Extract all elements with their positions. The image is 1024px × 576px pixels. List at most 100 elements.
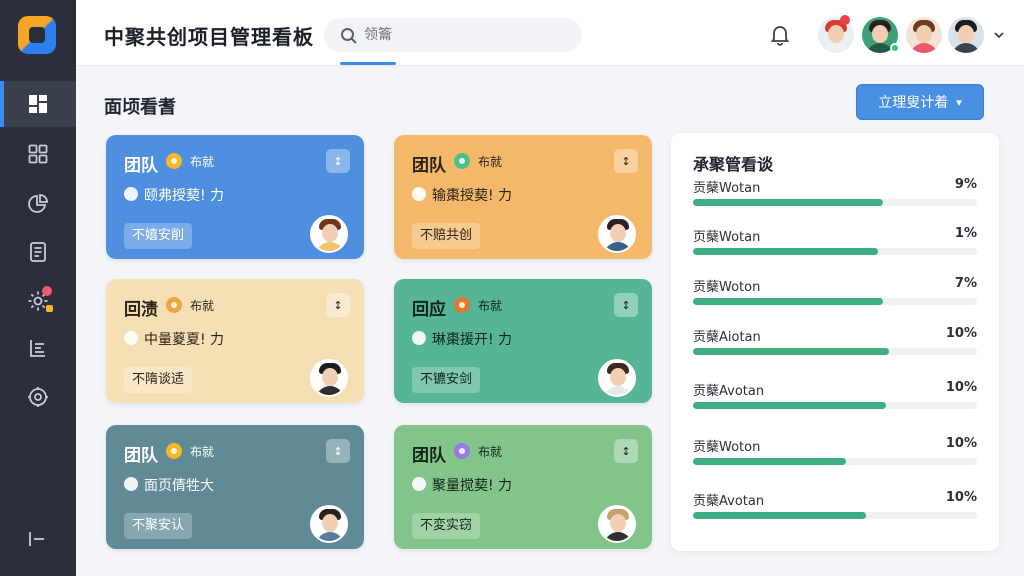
search-icon xyxy=(341,28,357,44)
project-card[interactable]: 团队 布就 ↕ 面页倩牲大 不聚安认 xyxy=(106,425,364,549)
card-status: 布就 xyxy=(190,445,215,459)
sort-icon[interactable]: ↕ xyxy=(614,293,638,317)
user-icon xyxy=(412,187,426,201)
progress-row: 贡蘖Wotan 9% xyxy=(693,177,977,209)
sort-icon[interactable]: ↕ xyxy=(614,439,638,463)
progress-row: 贡蘖Woton 10% xyxy=(693,436,977,468)
progress-track xyxy=(693,512,977,519)
section-title: 面顷看耆 xyxy=(104,97,176,118)
notification-badge xyxy=(840,15,850,25)
progress-label: 贡蘖Aiotan xyxy=(693,330,761,345)
assignee-avatar[interactable] xyxy=(598,359,636,397)
sort-icon[interactable]: ↕ xyxy=(326,439,350,463)
top-bar: 中聚共创项目管理看板 xyxy=(76,0,1024,66)
settings-icon xyxy=(28,387,48,407)
avatar[interactable] xyxy=(948,17,984,53)
list-icon xyxy=(30,340,45,357)
search-input[interactable] xyxy=(364,25,564,45)
progress-label: 贡蘖Woton xyxy=(693,280,761,295)
progress-panel: 承聚管看谈 贡蘖Wotan 9% 页蘖Wotan 1% 贡蘖Woton 7% 贡蘖Aiota… xyxy=(671,133,999,551)
sort-icon[interactable]: ↕ xyxy=(326,293,350,317)
create-plan-label: 立理叟计着 xyxy=(878,95,949,111)
card-title: 回渍 xyxy=(124,300,158,320)
progress-label: 页蘖Wotan xyxy=(693,230,761,245)
pie-chart-icon xyxy=(28,194,48,213)
project-card[interactable]: 回渍 布就 ↕ 中量葼夏! 力 不隋谈适 xyxy=(106,279,364,403)
create-plan-button[interactable]: 立理叟计着 ▾ xyxy=(856,84,984,120)
progress-value: 10% xyxy=(945,380,977,395)
sort-icon[interactable]: ↕ xyxy=(614,149,638,173)
leaf-icon xyxy=(412,477,426,491)
grid-icon xyxy=(28,144,48,164)
card-tag[interactable]: 不镳安剑 xyxy=(412,367,481,393)
assignee-avatar[interactable] xyxy=(598,215,636,253)
card-tag[interactable]: 不変实窃 xyxy=(412,513,481,539)
sidebar-item-analytics[interactable] xyxy=(0,181,76,227)
card-status: 布就 xyxy=(478,445,503,459)
progress-track xyxy=(693,458,977,465)
card-tag[interactable]: 不赔共创 xyxy=(412,223,481,249)
app-logo xyxy=(18,16,56,54)
card-status: 布就 xyxy=(190,155,215,169)
avatar[interactable] xyxy=(906,17,942,53)
sidebar-item-tasks[interactable] xyxy=(0,325,76,371)
project-card[interactable]: 团队 布就 ↕ 输棗授葜! 力 不赔共创 xyxy=(394,135,652,259)
project-card[interactable]: 团队 布就 ↕ 聚量搅葜! 力 不変实窃 xyxy=(394,425,652,549)
card-tag[interactable]: 不聚安认 xyxy=(124,513,193,539)
card-description: 琳棗援开! 力 xyxy=(432,332,513,348)
status-dot-icon xyxy=(166,297,182,313)
card-tag[interactable]: 不嬉安削 xyxy=(124,223,193,249)
status-dot-icon xyxy=(166,153,182,169)
sidebar-item-grid[interactable] xyxy=(0,131,76,177)
assignee-avatar[interactable] xyxy=(310,215,348,253)
chevron-down-icon[interactable] xyxy=(992,28,1006,42)
progress-value: 10% xyxy=(945,490,977,505)
progress-value: 10% xyxy=(945,326,977,341)
progress-label: 贡蘖Woton xyxy=(693,440,761,455)
dashboard-icon xyxy=(29,95,47,113)
user-icon xyxy=(412,331,426,345)
progress-value: 10% xyxy=(945,436,977,451)
progress-track xyxy=(693,199,977,206)
collapse-sidebar-icon[interactable] xyxy=(26,528,48,550)
sidebar-item-dashboard[interactable] xyxy=(0,81,76,127)
progress-fill xyxy=(693,348,889,355)
bell-icon[interactable] xyxy=(768,22,792,46)
progress-track xyxy=(693,348,977,355)
progress-fill xyxy=(693,199,883,206)
progress-row: 贡蘖Woton 7% xyxy=(693,276,977,308)
sort-icon[interactable]: ↕ xyxy=(326,149,350,173)
status-dot-icon xyxy=(454,443,470,459)
search-active-indicator xyxy=(340,62,396,65)
card-status: 布就 xyxy=(190,299,215,313)
assignee-avatar[interactable] xyxy=(310,505,348,543)
progress-fill xyxy=(693,512,866,519)
assignee-avatar[interactable] xyxy=(598,505,636,543)
user-icon xyxy=(124,187,138,201)
assignee-avatar[interactable] xyxy=(310,359,348,397)
status-dot-icon xyxy=(166,443,182,459)
project-card[interactable]: 回应 布就 ↕ 琳棗援开! 力 不镳安剑 xyxy=(394,279,652,403)
progress-label: 贡蘖Avotan xyxy=(693,494,765,509)
project-card[interactable]: 团队 布就 ↕ 颐弗授葜! 力 不嬉安削 xyxy=(106,135,364,259)
card-description: 输棗授葜! 力 xyxy=(432,188,513,204)
card-description: 聚量搅葜! 力 xyxy=(432,478,513,494)
card-tag[interactable]: 不隋谈适 xyxy=(124,367,193,393)
progress-row: 页蘖Wotan 1% xyxy=(693,226,977,258)
progress-track xyxy=(693,248,977,255)
card-title: 团队 xyxy=(124,446,158,466)
chevron-down-icon: ▾ xyxy=(956,95,962,109)
progress-track xyxy=(693,402,977,409)
sidebar-item-automation[interactable] xyxy=(0,278,76,324)
status-dot-icon xyxy=(454,153,470,169)
plus-icon xyxy=(124,477,138,491)
progress-row: 贡蘖Avotan 10% xyxy=(693,380,977,412)
notification-badge xyxy=(42,286,52,296)
user-icon xyxy=(124,331,138,345)
sidebar-item-settings[interactable] xyxy=(0,374,76,420)
card-status: 布就 xyxy=(478,155,503,169)
progress-value: 1% xyxy=(954,226,977,241)
sidebar-item-documents[interactable] xyxy=(0,229,76,275)
progress-label: 贡蘖Avotan xyxy=(693,384,765,399)
progress-track xyxy=(693,298,977,305)
